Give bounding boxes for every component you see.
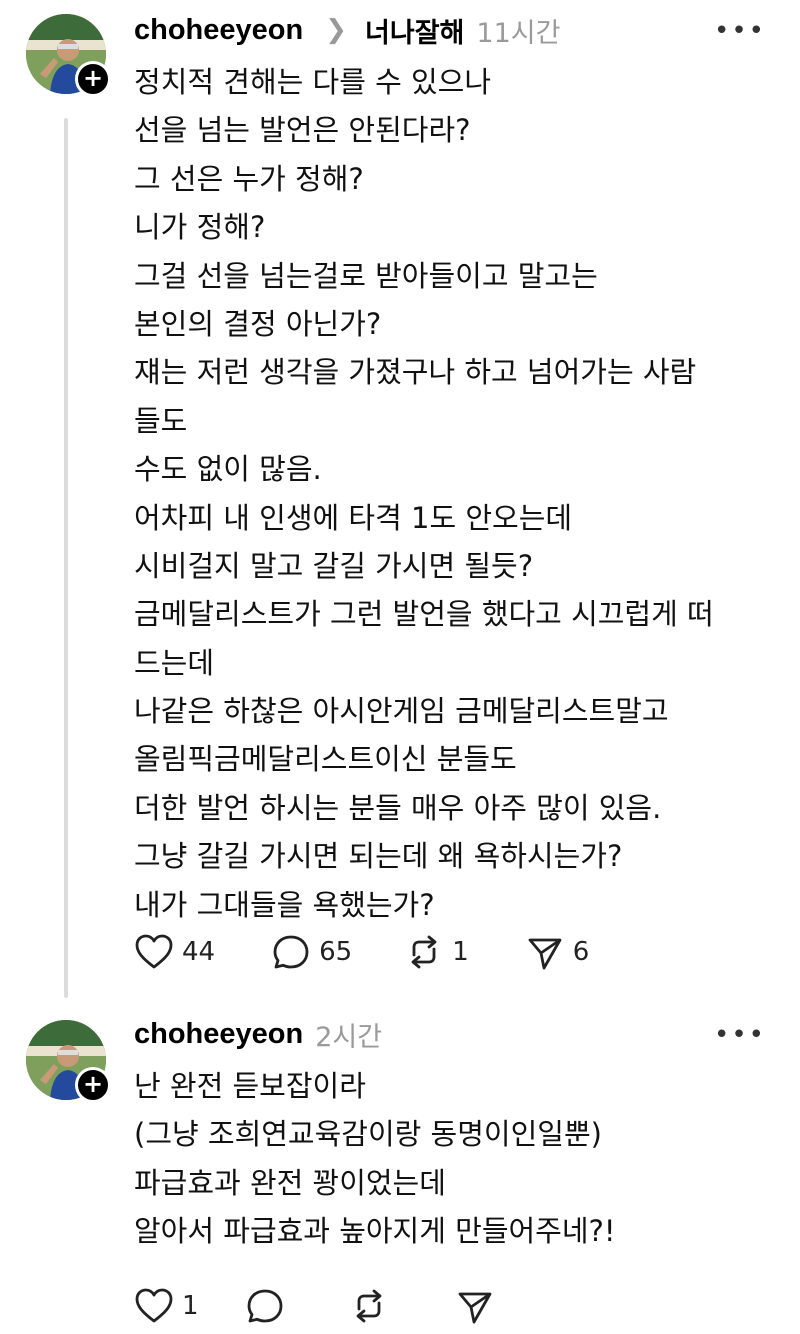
post-text-line: 시비걸지 말고 갈길 가시면 될듯? bbox=[134, 548, 534, 583]
post-text-line: 선을 넘는 발언은 안된다라? bbox=[134, 113, 471, 148]
share-icon bbox=[458, 1292, 491, 1324]
post-actions: 44 65 1 6 bbox=[134, 930, 589, 974]
chevron-right-icon: ❯ bbox=[325, 15, 348, 45]
username[interactable]: choheeyeon bbox=[134, 1018, 303, 1051]
post-text-line: 정치적 견해는 다를 수 있으나 bbox=[134, 65, 492, 99]
post-text-line: 나같은 하찮은 아시안게임 금메달리스트말고 bbox=[134, 694, 669, 729]
like-count: 1 bbox=[182, 1291, 199, 1321]
post-actions: 1 bbox=[134, 1284, 495, 1328]
repost-button[interactable] bbox=[349, 1287, 389, 1325]
post-text-line: 수도 없이 많음. bbox=[134, 452, 322, 487]
repost-button[interactable]: 1 bbox=[404, 933, 469, 971]
post-text-line: 니가 정해? bbox=[134, 210, 266, 245]
post-text-line: 들도 bbox=[134, 403, 188, 438]
post-header: choheeyeon ❯ 너나잘해 11시간 bbox=[134, 10, 560, 50]
post-text-line: (그냥 조희연교육감이랑 동명이인일뿐) bbox=[134, 1117, 602, 1152]
like-button[interactable]: 1 bbox=[134, 1287, 199, 1325]
post-text-line: 쟤는 저런 생각을 가졌구나 하고 넘어가는 사람 bbox=[134, 355, 697, 390]
repost-icon bbox=[411, 935, 437, 969]
post-text-line: 그냥 갈길 가시면 되는데 왜 욕하시는가? bbox=[134, 839, 623, 874]
post-text-line: 금메달리스트가 그런 발언을 했다고 시끄럽게 떠 bbox=[134, 597, 714, 632]
post-text-line: 그걸 선을 넘는걸로 받아들이고 말고는 bbox=[134, 258, 598, 293]
reply-target-username[interactable]: 너나잘해 bbox=[365, 11, 464, 50]
thread-connector-line bbox=[64, 118, 68, 998]
username[interactable]: choheeyeon bbox=[134, 14, 303, 47]
post-text-line: 난 완전 듣보잡이라 bbox=[134, 1069, 366, 1103]
reply-button[interactable]: 65 bbox=[271, 933, 352, 971]
thread-post-2: + choheeyeon 2시간 ••• 난 완전 듣보잡이라 (그냥 조희연교육… bbox=[0, 1010, 800, 1334]
like-button[interactable]: 44 bbox=[134, 933, 215, 971]
follow-plus-icon[interactable]: + bbox=[75, 61, 111, 97]
post-body: 난 완전 듣보잡이라 (그냥 조희연교육감이랑 동명이인일뿐) 파급효과 완전 꽝이… bbox=[134, 1062, 774, 1256]
post-body: 정치적 견해는 다를 수 있으나선을 넘는 발언은 안된다라? 그 선은 누가 정… bbox=[134, 58, 774, 929]
reply-count: 65 bbox=[319, 937, 353, 967]
post-header: choheeyeon 2시간 bbox=[134, 1014, 382, 1054]
post-time: 2시간 bbox=[315, 1021, 383, 1053]
follow-plus-icon[interactable]: + bbox=[75, 1067, 111, 1103]
repost-count: 1 bbox=[452, 937, 469, 967]
more-icon[interactable]: ••• bbox=[714, 1020, 766, 1050]
share-count: 6 bbox=[572, 937, 590, 967]
post-text-line: 파급효과 완전 꽝이었는데 bbox=[134, 1165, 446, 1200]
comment-icon bbox=[273, 935, 309, 969]
comment-icon bbox=[247, 1289, 282, 1323]
post-text-line: 알아서 파급효과 높아지게 만들어주네?! bbox=[134, 1214, 616, 1249]
post-text-line: 어차피 내 인생에 타격 1도 안오는데 bbox=[134, 500, 573, 535]
repost-icon bbox=[356, 1289, 381, 1323]
share-button[interactable] bbox=[455, 1287, 495, 1325]
heart-icon bbox=[135, 934, 173, 969]
post-text-line: 내가 그대들을 욕했는가? bbox=[134, 887, 435, 922]
reply-button[interactable] bbox=[245, 1287, 285, 1325]
post-text-line: 드는데 bbox=[134, 645, 215, 680]
more-icon[interactable]: ••• bbox=[714, 16, 766, 46]
post-text-line: 올림픽금메달리스트이신 분들도 bbox=[134, 742, 517, 777]
thread-post-1: + choheeyeon ❯ 너나잘해 11시간 ••• 정치적 견해는 다를 … bbox=[0, 0, 800, 1000]
like-count: 44 bbox=[182, 937, 216, 967]
post-text-line: 본인의 결정 아닌가? bbox=[134, 306, 382, 341]
post-time: 11시간 bbox=[476, 17, 561, 49]
post-text-line: 더한 발언 하시는 분들 매우 아주 많이 있음. bbox=[134, 790, 662, 825]
heart-icon bbox=[135, 1288, 173, 1323]
share-icon bbox=[528, 938, 562, 970]
share-button[interactable]: 6 bbox=[525, 933, 590, 971]
post-text-line: 그 선은 누가 정해? bbox=[134, 161, 364, 196]
